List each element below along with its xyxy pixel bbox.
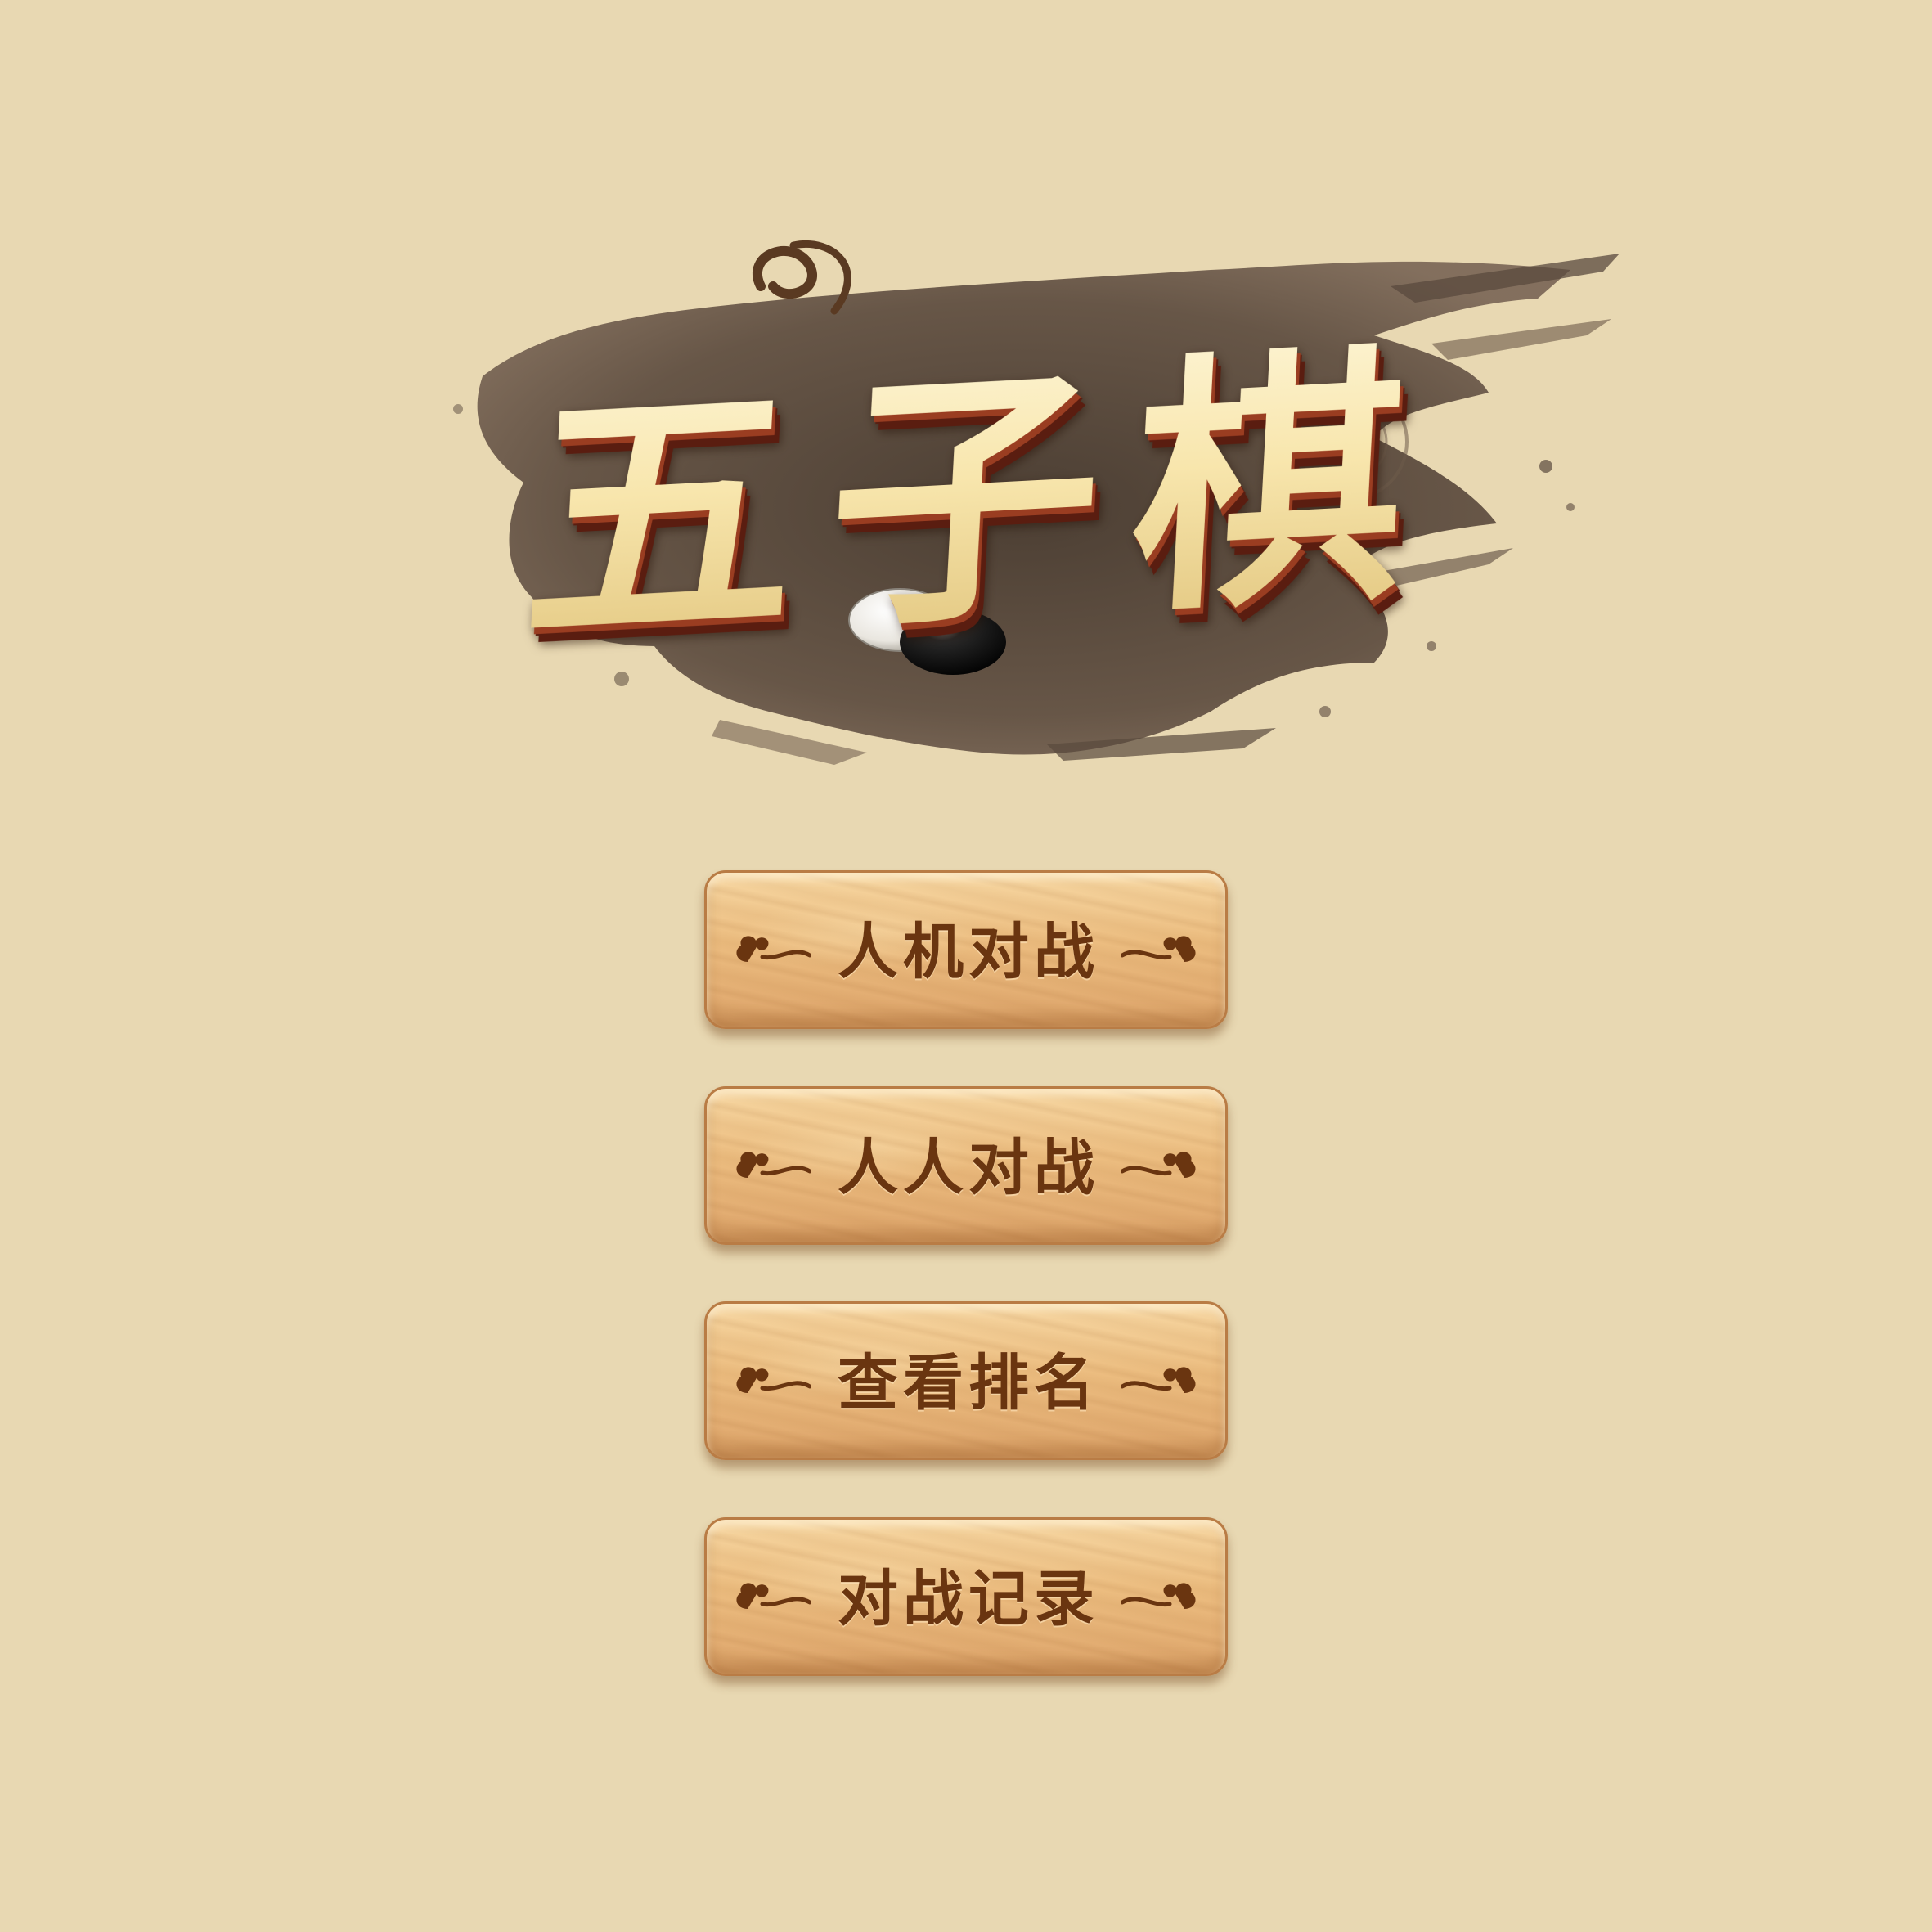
main-menu-screen: 五子棋 人机对战 人人对战 查看排名 对战记录 — [0, 0, 1932, 1932]
history-button[interactable]: 对战记录 — [704, 1517, 1228, 1676]
cloud-scroll-icon — [1121, 1583, 1196, 1609]
game-logo: 五子棋 — [409, 221, 1636, 793]
pve-button[interactable]: 人机对战 — [704, 870, 1228, 1029]
game-title: 五子棋 — [452, 243, 1512, 754]
ranking-button[interactable]: 查看排名 — [704, 1301, 1228, 1460]
cloud-scroll-icon — [1121, 1367, 1196, 1393]
pvp-button[interactable]: 人人对战 — [704, 1086, 1228, 1245]
cloud-scroll-icon — [1121, 1152, 1196, 1178]
cloud-scroll-icon — [1121, 936, 1196, 962]
